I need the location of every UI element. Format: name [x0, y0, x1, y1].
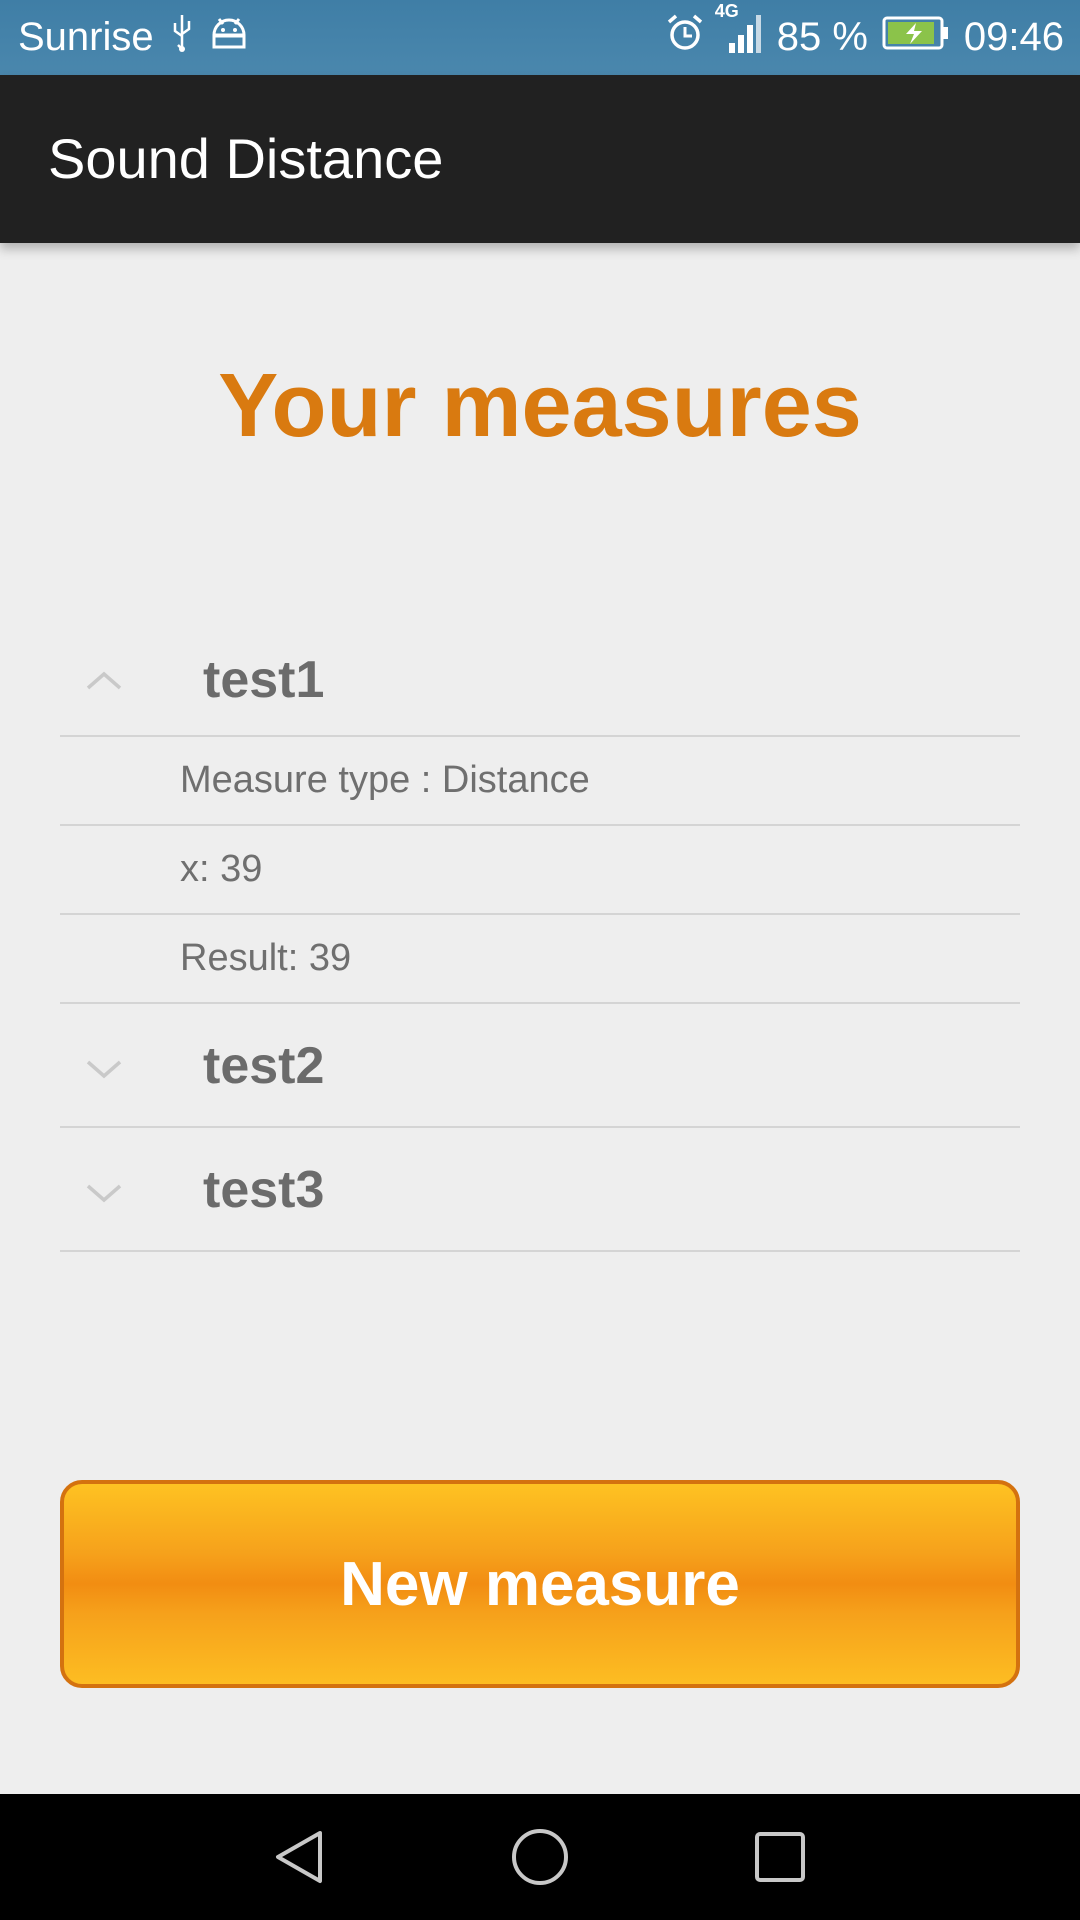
app-title: Sound Distance: [48, 127, 444, 190]
android-debug-icon: [210, 15, 248, 61]
home-icon[interactable]: [510, 1827, 570, 1887]
status-bar-right: 4G 85 % 09:46: [665, 0, 1064, 75]
carrier-name: Sunrise: [18, 15, 154, 59]
chevron-down-icon[interactable]: [82, 1046, 126, 1090]
signal-icon: 4G: [715, 1, 763, 65]
back-icon[interactable]: [270, 1827, 330, 1887]
battery-charging-icon: [882, 15, 950, 60]
chevron-down-icon[interactable]: [82, 1170, 126, 1214]
list-item-text: x: 39: [180, 848, 263, 890]
measures-list: test1 Measure type : Distance x: 39 Resu…: [60, 630, 1020, 1252]
list-item[interactable]: Result: 39: [60, 915, 1020, 1004]
group-header-test3[interactable]: test3: [60, 1128, 1020, 1252]
clock-time: 09:46: [963, 15, 1064, 59]
list-item[interactable]: Measure type : Distance: [60, 737, 1020, 826]
status-bar: Sunrise 4G 85 % 09:46: [0, 0, 1080, 75]
group-title: test1: [203, 651, 325, 709]
status-bar-left: Sunrise: [18, 0, 248, 75]
group-title: test2: [203, 1037, 325, 1095]
chevron-up-icon[interactable]: [82, 660, 126, 704]
recents-icon[interactable]: [750, 1827, 810, 1887]
alarm-icon: [665, 13, 705, 63]
list-item-text: Result: 39: [180, 937, 352, 979]
group-title: test3: [203, 1161, 325, 1219]
page-heading: Your measures: [218, 356, 862, 456]
new-measure-button[interactable]: New measure: [60, 1480, 1020, 1688]
list-item[interactable]: x: 39: [60, 826, 1020, 915]
battery-percent: 85 %: [776, 15, 868, 59]
usb-icon: [170, 13, 194, 63]
navigation-bar: [0, 1794, 1080, 1920]
list-item-text: Measure type : Distance: [180, 759, 590, 801]
network-type-label: 4G: [714, 0, 739, 21]
app-bar: Sound Distance: [0, 75, 1080, 243]
group-header-test1[interactable]: test1: [60, 630, 1020, 737]
group-header-test2[interactable]: test2: [60, 1004, 1020, 1128]
